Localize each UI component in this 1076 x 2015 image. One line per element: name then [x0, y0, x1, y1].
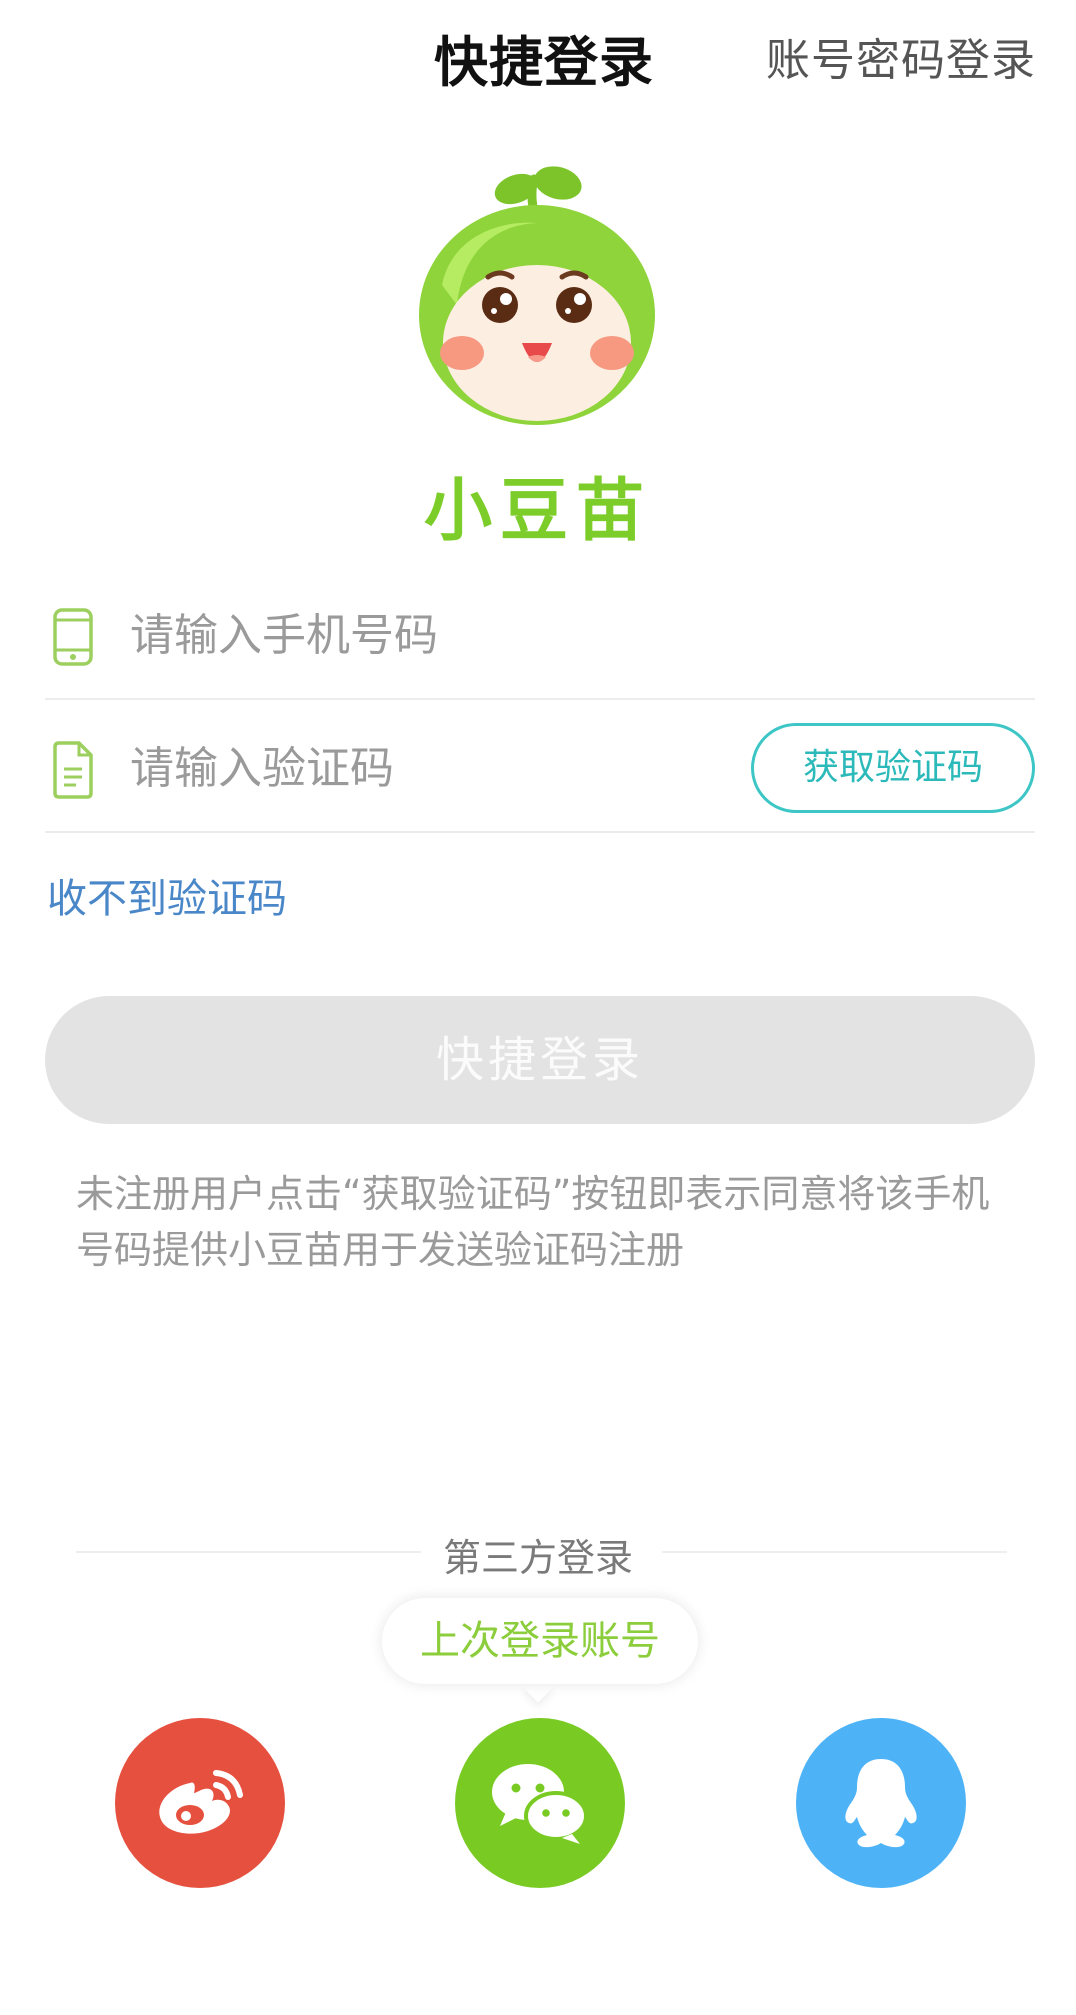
no-code-link[interactable]: 收不到验证码: [47, 866, 287, 924]
phone-row: [45, 570, 1035, 700]
verification-code-input[interactable]: [130, 733, 690, 803]
password-login-link[interactable]: 账号密码登录: [766, 24, 1036, 88]
sprout-mascot-logo: [419, 166, 655, 425]
weibo-icon: [159, 1770, 243, 1834]
get-code-button[interactable]: 获取验证码: [751, 723, 1035, 813]
phone-input[interactable]: [130, 600, 730, 670]
page-title: 快捷登录: [434, 31, 654, 94]
last-login-tooltip: 上次登录账号: [382, 1598, 698, 1684]
brand-name: 小豆苗: [423, 472, 652, 551]
quick-login-button[interactable]: 快捷登录: [45, 996, 1035, 1124]
third-party-title: 第三方登录: [442, 1536, 633, 1580]
weibo-login-button[interactable]: [115, 1718, 285, 1888]
verification-code-row: 获取验证码: [45, 703, 1035, 833]
document-icon: [53, 741, 93, 799]
wechat-login-button[interactable]: [455, 1718, 625, 1888]
agreement-text: 未注册用户点击“获取验证码”按钮即表示同意将该手机号码提供小豆苗用于发送验证码注…: [76, 1172, 990, 1272]
phone-icon: [53, 608, 93, 666]
login-screen: 快捷登录 账号密码登录 小豆苗 请输入手机号码 请输入验证码 获取验证码 收不到…: [0, 0, 1076, 2015]
qq-login-button[interactable]: [796, 1718, 966, 1888]
wechat-icon: [492, 1764, 588, 1844]
qq-icon: [845, 1759, 917, 1848]
